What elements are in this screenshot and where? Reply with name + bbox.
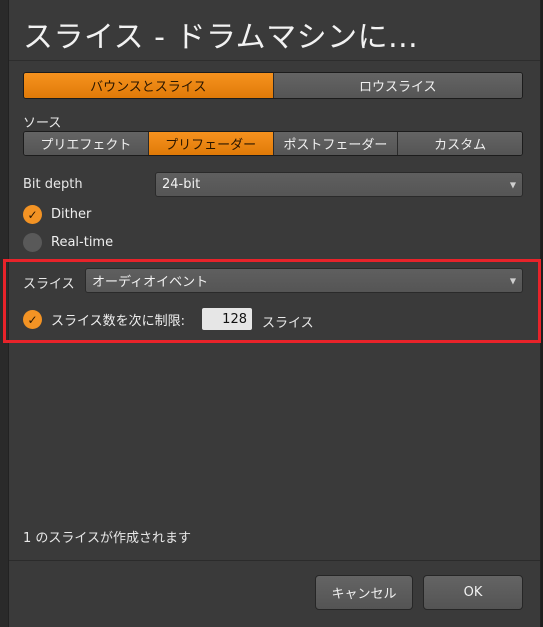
footer-divider (9, 560, 540, 561)
realtime-label: Real-time (51, 235, 114, 250)
slice-limit-label: スライス数を次に制限: (51, 314, 185, 329)
chevron-down-icon: ▼ (509, 276, 516, 285)
source-option-pre-fader[interactable]: プリフェーダー (148, 132, 274, 155)
unchecked-circle-icon[interactable] (23, 233, 42, 252)
source-selector: プリエフェクト プリフェーダー ポストフェーダー カスタム (23, 131, 523, 156)
cancel-button[interactable]: キャンセル (315, 575, 413, 610)
slice-label: スライス (23, 277, 75, 292)
source-option-custom[interactable]: カスタム (398, 132, 522, 155)
chevron-down-icon: ▼ (509, 180, 516, 189)
source-option-post-fader[interactable]: ポストフェーダー (273, 132, 399, 155)
realtime-option[interactable]: Real-time (23, 233, 113, 252)
status-text: 1 のスライスが作成されます (23, 531, 192, 546)
slice-limit-unit: スライス (262, 316, 314, 331)
bit-depth-value: 24-bit (162, 177, 201, 192)
source-label: ソース (23, 116, 62, 131)
ok-button[interactable]: OK (423, 575, 523, 610)
bit-depth-dropdown[interactable]: 24-bit ▼ (155, 172, 523, 197)
dither-option[interactable]: ✓ Dither (23, 205, 91, 224)
checkmark-icon[interactable]: ✓ (23, 205, 42, 224)
slice-value: オーディオイベント (92, 275, 209, 290)
slice-dialog: スライス - ドラムマシンに... バウンスとスライス ロウスライス ソース プ… (8, 0, 541, 627)
checkmark-icon[interactable]: ✓ (23, 310, 42, 329)
source-option-pre-effect[interactable]: プリエフェクト (24, 132, 149, 155)
dither-label: Dither (51, 207, 92, 222)
tab-raw-slice[interactable]: ロウスライス (273, 73, 522, 98)
slice-limit-input[interactable]: 128 (202, 308, 252, 330)
slice-limit-option[interactable]: ✓ スライス数を次に制限: (23, 310, 185, 329)
tab-bounce-and-slice[interactable]: バウンスとスライス (24, 73, 274, 98)
title-divider (9, 60, 540, 61)
bit-depth-label: Bit depth (23, 177, 83, 192)
dialog-title: スライス - ドラムマシンに... (23, 20, 419, 55)
slice-dropdown[interactable]: オーディオイベント ▼ (85, 268, 523, 293)
mode-tabs: バウンスとスライス ロウスライス (23, 72, 523, 99)
